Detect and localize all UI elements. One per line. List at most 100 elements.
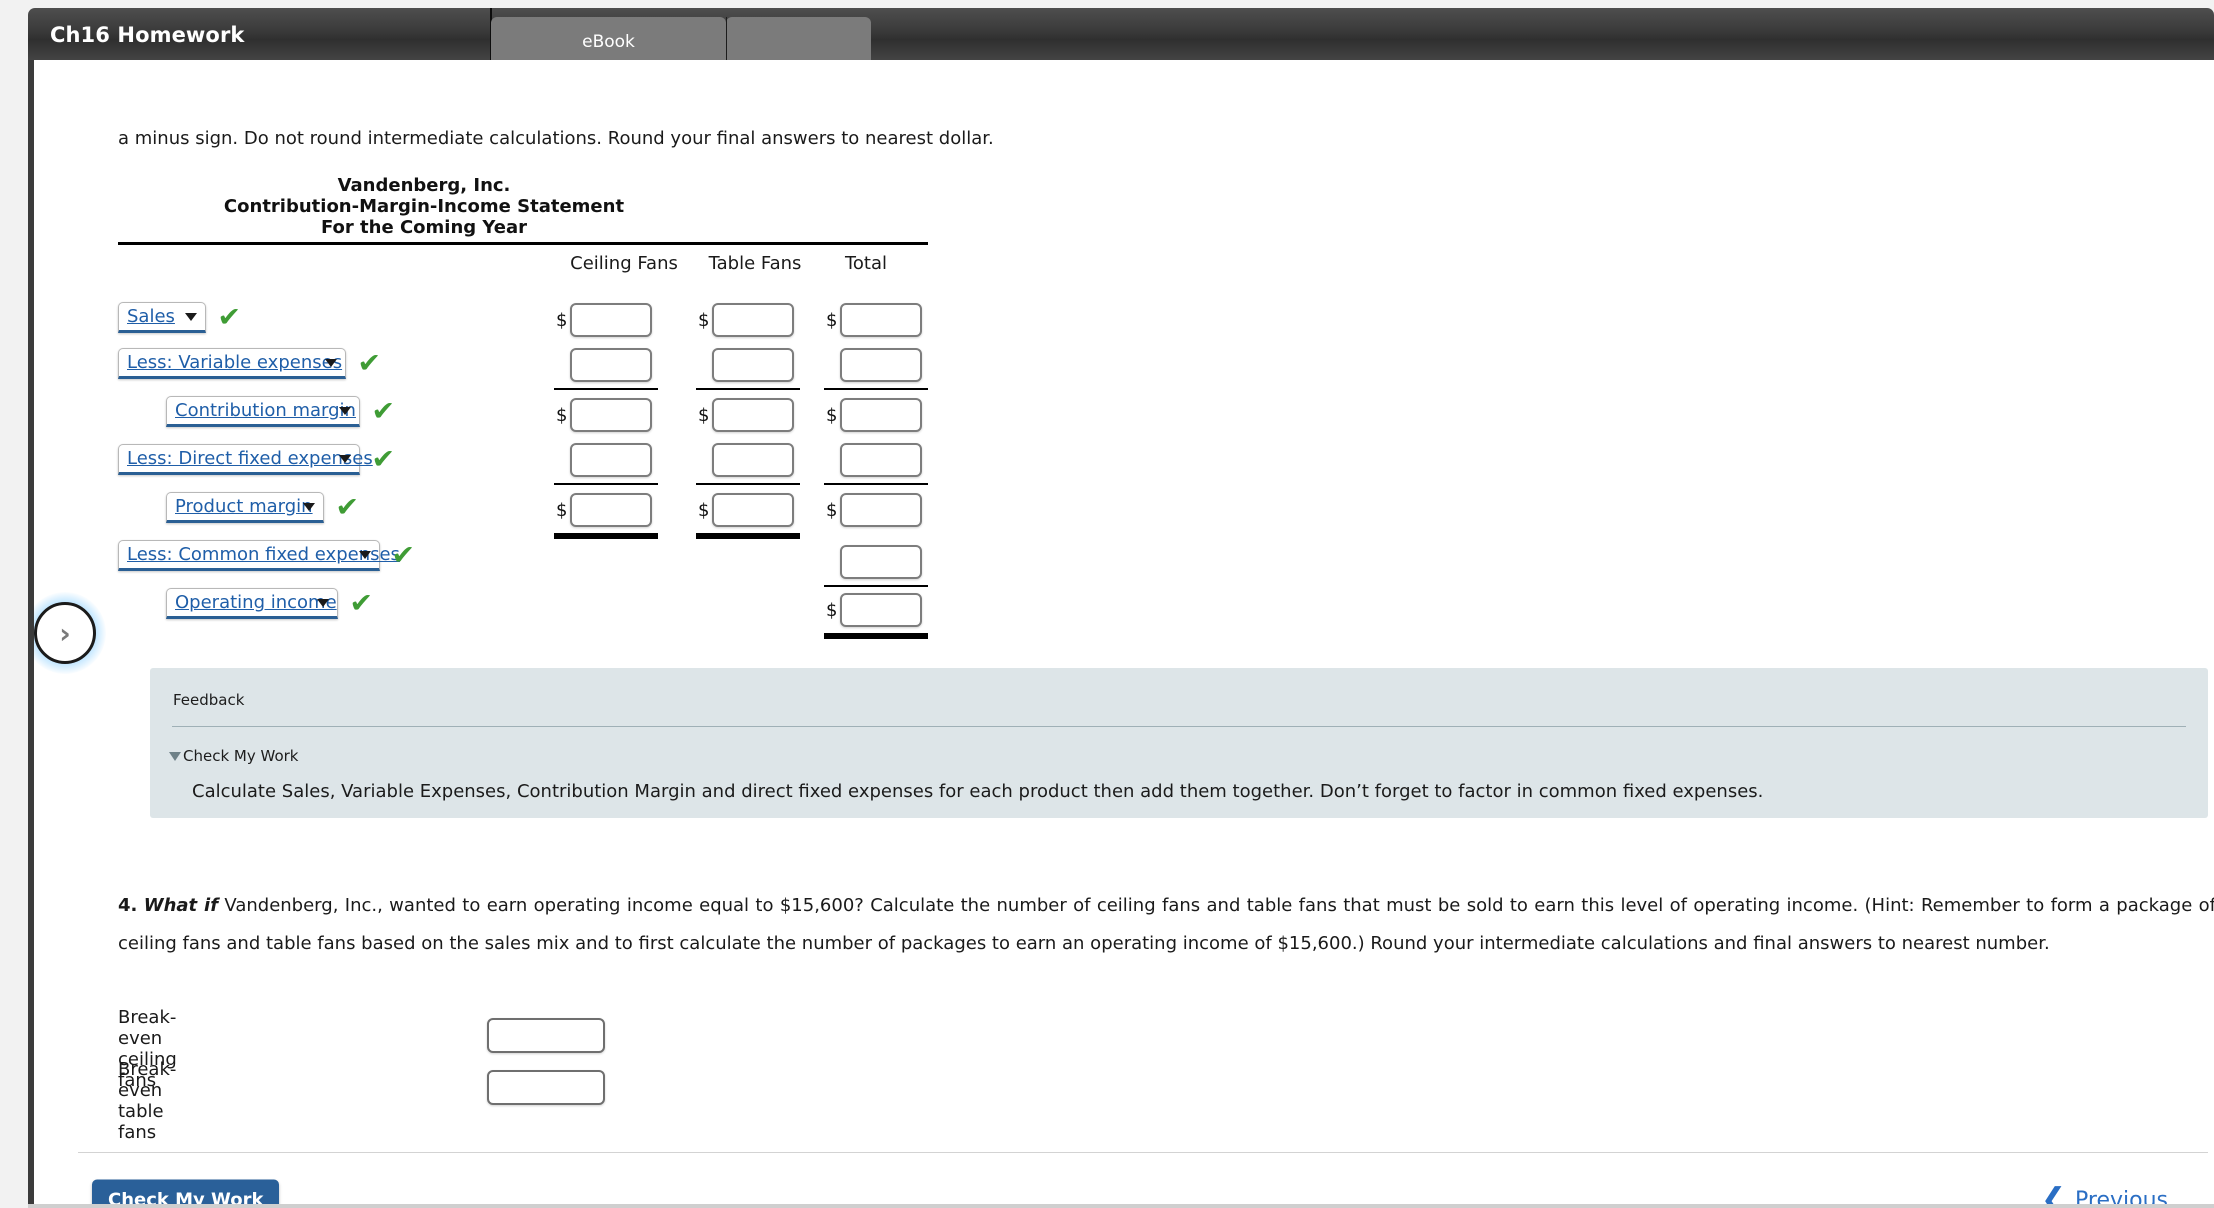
tab-secondary[interactable] bbox=[726, 17, 871, 66]
page-title: Ch16 Homework bbox=[50, 23, 245, 47]
amount-input-ceiling-1[interactable] bbox=[570, 348, 652, 382]
window-bottom-edge bbox=[28, 1204, 2214, 1208]
amount-input-total-1[interactable] bbox=[840, 348, 922, 382]
feedback-body-text: Calculate Sales, Variable Expenses, Cont… bbox=[192, 781, 1764, 802]
amount-input-total-0[interactable] bbox=[840, 303, 922, 337]
amount-input-total-6[interactable] bbox=[840, 593, 922, 627]
chevron-down-icon bbox=[339, 454, 351, 463]
collapse-triangle-icon[interactable] bbox=[169, 752, 181, 761]
question-4-text: 4. What if Vandenberg, Inc., wanted to e… bbox=[118, 887, 2214, 963]
subtotal-rule-ceiling-3 bbox=[554, 483, 658, 485]
column-header-table-fans: Table Fans bbox=[708, 253, 802, 274]
instruction-text: a minus sign. Do not round intermediate … bbox=[118, 128, 994, 149]
currency-symbol-total-0: $ bbox=[826, 310, 838, 331]
currency-symbol-ceiling-2: $ bbox=[556, 405, 568, 426]
feedback-divider bbox=[172, 726, 2186, 727]
tab-ebook-label: eBook bbox=[582, 31, 635, 52]
amount-input-ceiling-4[interactable] bbox=[570, 493, 652, 527]
correct-check-icon-5: ✔ bbox=[391, 540, 416, 571]
break-even-table-input[interactable] bbox=[487, 1070, 605, 1105]
account-select-4[interactable]: Product margin bbox=[166, 492, 324, 523]
statement-row-2: Contribution margin ✔ bbox=[166, 396, 395, 427]
question-4-emphasis: What if bbox=[143, 895, 219, 916]
currency-symbol-table-0: $ bbox=[698, 310, 710, 331]
subtotal-rule-total-5 bbox=[824, 585, 928, 587]
footer-divider bbox=[78, 1152, 2208, 1153]
statement-row-4: Product margin ✔ bbox=[166, 492, 359, 523]
amount-input-table-0[interactable] bbox=[712, 303, 794, 337]
subtotal-rule-ceiling-1 bbox=[554, 388, 658, 390]
currency-symbol-table-2: $ bbox=[698, 405, 710, 426]
currency-symbol-total-6: $ bbox=[826, 600, 838, 621]
page-root: Ch16 Homework eBook › a minus sign. Do n… bbox=[0, 0, 2214, 1208]
currency-symbol-total-4: $ bbox=[826, 500, 838, 521]
content-panel: › a minus sign. Do not round intermediat… bbox=[28, 60, 2214, 1208]
statement-top-rule bbox=[118, 242, 928, 245]
account-select-0[interactable]: Sales bbox=[118, 302, 206, 333]
currency-symbol-ceiling-0: $ bbox=[556, 310, 568, 331]
amount-input-ceiling-2[interactable] bbox=[570, 398, 652, 432]
statement-period: For the Coming Year bbox=[320, 217, 528, 238]
statement-company: Vandenberg, Inc. bbox=[337, 175, 511, 196]
chevron-right-icon: › bbox=[34, 602, 96, 664]
chevron-down-icon bbox=[359, 550, 371, 559]
sidebar-expand-handle[interactable]: › bbox=[34, 592, 106, 674]
column-header-ceiling-fans: Ceiling Fans bbox=[570, 253, 678, 274]
break-even-ceiling-input[interactable] bbox=[487, 1018, 605, 1053]
tab-ebook[interactable]: eBook bbox=[491, 17, 726, 66]
account-select-label-4: Product margin bbox=[175, 496, 313, 517]
account-select-1[interactable]: Less: Variable expenses bbox=[118, 348, 346, 379]
tab-divider-right bbox=[726, 17, 727, 66]
question-4-body: Vandenberg, Inc., wanted to earn operati… bbox=[118, 895, 2214, 954]
subtotal-rule-ceiling-4 bbox=[554, 533, 658, 539]
correct-check-icon-3: ✔ bbox=[371, 444, 396, 475]
correct-check-icon-4: ✔ bbox=[335, 492, 360, 523]
feedback-title: Feedback bbox=[173, 691, 245, 709]
account-select-5[interactable]: Less: Common fixed expenses bbox=[118, 540, 400, 571]
subtotal-rule-table-4 bbox=[696, 533, 800, 539]
feedback-check-my-work-label[interactable]: Check My Work bbox=[183, 747, 298, 765]
account-select-label-3: Less: Direct fixed expenses bbox=[127, 448, 373, 469]
app-header-bar: Ch16 Homework eBook bbox=[28, 8, 2214, 66]
chevron-down-icon bbox=[185, 312, 197, 321]
correct-check-icon-6: ✔ bbox=[349, 588, 374, 619]
correct-check-icon-1: ✔ bbox=[357, 348, 382, 379]
subtotal-rule-total-6 bbox=[824, 633, 928, 639]
amount-input-total-4[interactable] bbox=[840, 493, 922, 527]
question-4-number: 4. bbox=[118, 895, 138, 916]
subtotal-rule-total-3 bbox=[824, 483, 928, 485]
currency-symbol-table-4: $ bbox=[698, 500, 710, 521]
amount-input-total-2[interactable] bbox=[840, 398, 922, 432]
amount-input-table-1[interactable] bbox=[712, 348, 794, 382]
amount-input-total-3[interactable] bbox=[840, 443, 922, 477]
column-header-total: Total bbox=[844, 253, 888, 274]
correct-check-icon-0: ✔ bbox=[217, 302, 242, 333]
account-select-label-0: Sales bbox=[127, 306, 175, 327]
amount-input-table-3[interactable] bbox=[712, 443, 794, 477]
amount-input-table-4[interactable] bbox=[712, 493, 794, 527]
chevron-down-icon bbox=[303, 502, 315, 511]
statement-row-3: Less: Direct fixed expenses ✔ bbox=[118, 444, 395, 475]
chevron-down-icon bbox=[339, 406, 351, 415]
statement-row-6: Operating income ✔ bbox=[166, 588, 373, 619]
amount-input-table-2[interactable] bbox=[712, 398, 794, 432]
feedback-panel: Feedback Check My Work Calculate Sales, … bbox=[150, 668, 2208, 818]
subtotal-rule-table-3 bbox=[696, 483, 800, 485]
amount-input-ceiling-3[interactable] bbox=[570, 443, 652, 477]
account-select-label-6: Operating income bbox=[175, 592, 337, 613]
account-select-3[interactable]: Less: Direct fixed expenses bbox=[118, 444, 373, 475]
currency-symbol-ceiling-4: $ bbox=[556, 500, 568, 521]
chevron-down-icon bbox=[325, 358, 337, 367]
currency-symbol-total-2: $ bbox=[826, 405, 838, 426]
statement-row-5: Less: Common fixed expenses ✔ bbox=[118, 540, 415, 571]
question-body: a minus sign. Do not round intermediate … bbox=[40, 60, 2214, 1208]
subtotal-rule-table-1 bbox=[696, 388, 800, 390]
amount-input-total-5[interactable] bbox=[840, 545, 922, 579]
account-select-6[interactable]: Operating income bbox=[166, 588, 338, 619]
account-select-label-2: Contribution margin bbox=[175, 400, 356, 421]
subtotal-rule-total-1 bbox=[824, 388, 928, 390]
account-select-label-1: Less: Variable expenses bbox=[127, 352, 343, 373]
amount-input-ceiling-0[interactable] bbox=[570, 303, 652, 337]
statement-row-1: Less: Variable expenses ✔ bbox=[118, 348, 381, 379]
account-select-2[interactable]: Contribution margin bbox=[166, 396, 360, 427]
